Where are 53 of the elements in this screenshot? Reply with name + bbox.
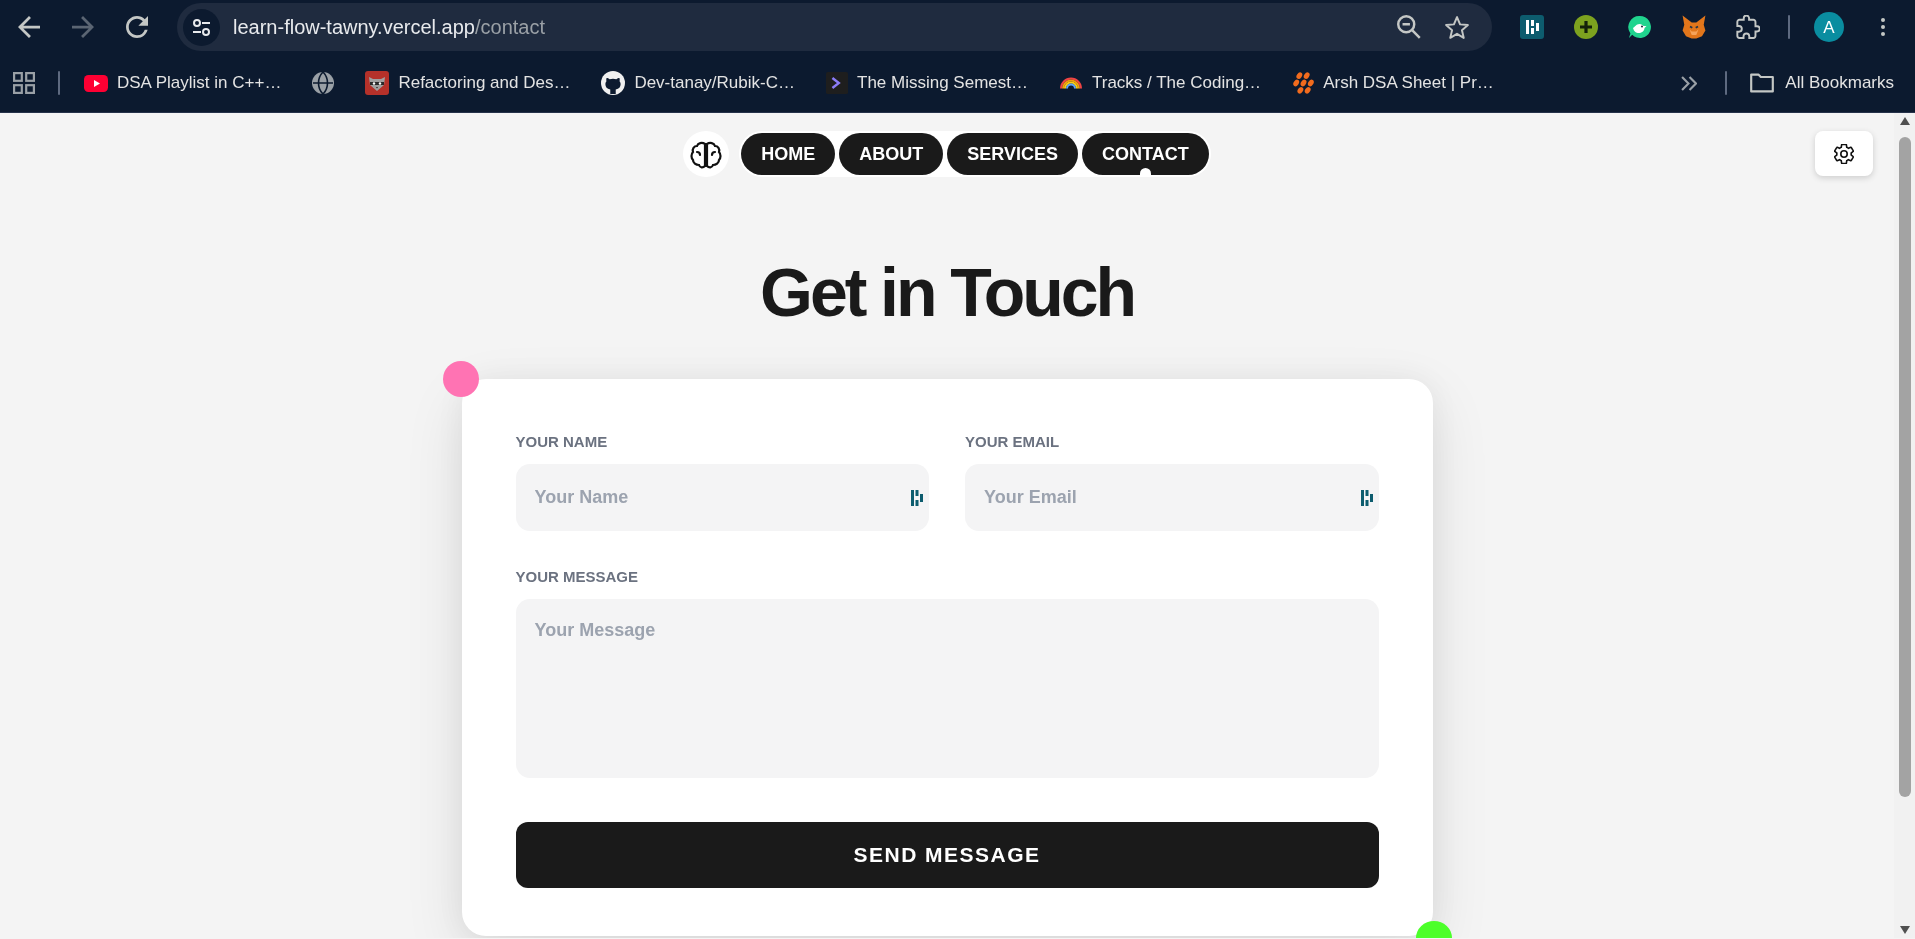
gear-icon: [1834, 143, 1854, 164]
dots-icon: [1292, 71, 1315, 95]
play-icon: [84, 74, 108, 92]
prompt-icon: [826, 72, 848, 94]
send-button[interactable]: SEND MESSAGE: [515, 822, 1379, 888]
back-arrow-icon: [18, 16, 40, 38]
bookmark-link[interactable]: The Missing Semest…: [826, 70, 1028, 96]
textarea-field[interactable]: Your Message: [515, 599, 1379, 778]
folder-icon: [1750, 73, 1775, 93]
caret-up-icon[interactable]: [1899, 117, 1910, 125]
reload-icon: [126, 16, 148, 38]
profile-avatar[interactable]: A: [1814, 12, 1844, 42]
bookmark-link[interactable]: Dev-tanay/Rubik-C…: [601, 70, 795, 96]
star-icon[interactable]: [1445, 15, 1469, 39]
scrollbar-thumb[interactable]: [1898, 137, 1911, 797]
puzzle-icon[interactable]: [1736, 15, 1760, 39]
nav-link[interactable]: HOME: [741, 133, 836, 175]
forward-arrow-icon: [72, 16, 94, 38]
globe-icon: [312, 72, 335, 94]
bird-icon[interactable]: [1628, 15, 1652, 39]
bookmark-link[interactable]: DSA Playlist in C++…: [84, 70, 282, 96]
brain-icon[interactable]: [683, 131, 730, 177]
zoom-out-icon[interactable]: [1397, 15, 1421, 39]
field-label: YOUR NAME: [515, 433, 609, 451]
bars-icon[interactable]: [1360, 489, 1373, 506]
site-info-icon[interactable]: [183, 8, 220, 46]
bookmark-link[interactable]: [312, 72, 335, 94]
chevrons-icon[interactable]: [1681, 75, 1698, 91]
page-heading: Get in Touch: [760, 258, 1134, 326]
input-field[interactable]: Your Name: [515, 464, 929, 531]
address-bar[interactable]: learn-flow-tawny.vercel.app/contact: [177, 3, 1492, 51]
fox-icon[interactable]: [1682, 15, 1706, 39]
bookmark-link[interactable]: Arsh DSA Sheet | Pr…: [1292, 70, 1494, 96]
settings-button[interactable]: [1815, 131, 1873, 176]
url-text[interactable]: learn-flow-tawny.vercel.app/contact: [233, 12, 545, 42]
nav-link[interactable]: SERVICES: [947, 133, 1078, 175]
bookmark-link[interactable]: Tracks / The Coding…: [1059, 70, 1262, 96]
bars-icon[interactable]: [1520, 15, 1544, 39]
rainbow-icon: [1059, 77, 1083, 89]
all-bookmarks-button[interactable]: All Bookmarks: [1750, 70, 1894, 96]
cat-icon: [601, 71, 626, 95]
nav-link[interactable]: CONTACT: [1082, 133, 1209, 175]
bars-icon[interactable]: [911, 489, 923, 506]
bookmark-link[interactable]: Refactoring and Des…: [365, 70, 571, 96]
plus-icon[interactable]: [1574, 15, 1598, 39]
nav-link[interactable]: ABOUT: [839, 133, 944, 175]
dot-icon: [442, 361, 479, 397]
field-label: YOUR EMAIL: [965, 433, 1061, 451]
raccoon-icon: [365, 71, 390, 95]
apps-grid-icon[interactable]: [13, 72, 35, 94]
input-field[interactable]: Your Email: [965, 464, 1379, 531]
field-label: YOUR MESSAGE: [515, 568, 640, 586]
caret-down-icon[interactable]: [1899, 926, 1910, 934]
